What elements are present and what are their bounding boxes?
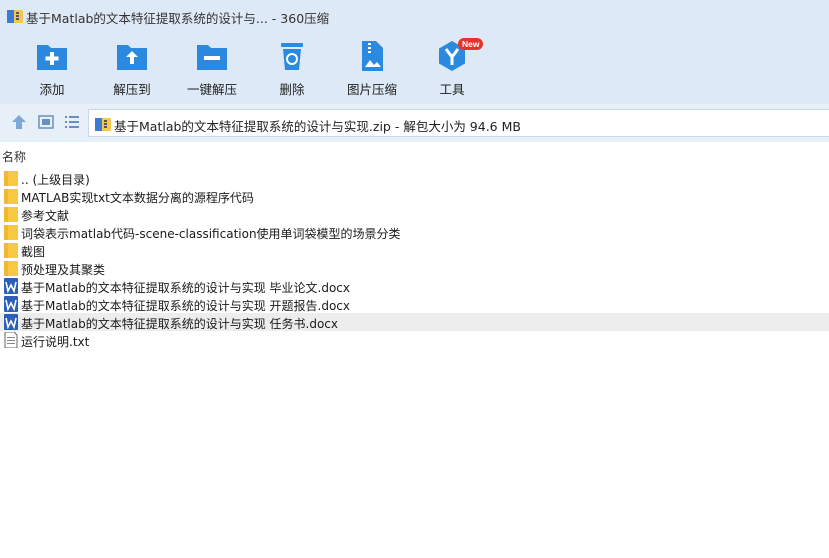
- up-arrow-icon[interactable]: [10, 113, 28, 131]
- list-view-icon[interactable]: [63, 113, 81, 131]
- file-name: 预处理及其聚类: [21, 263, 106, 277]
- word-doc-icon: [4, 278, 18, 294]
- one-click-extract-icon: [197, 45, 227, 70]
- file-row[interactable]: 基于Matlab的文本特征提取系统的设计与实现 任务书.docx: [0, 313, 829, 331]
- tools-label: 工具: [439, 82, 465, 97]
- file-name: .. (上级目录): [21, 173, 90, 187]
- folder-icon: [4, 225, 18, 240]
- file-name: 词袋表示matlab代码-scene-classification使用单词袋模型…: [21, 227, 401, 241]
- one-click-extract-label: 一键解压: [186, 82, 237, 97]
- extract-to-button[interactable]: 解压到: [92, 39, 172, 98]
- file-row[interactable]: 运行说明.txt: [0, 331, 829, 349]
- delete-button[interactable]: 删除: [252, 39, 332, 98]
- file-row[interactable]: 基于Matlab的文本特征提取系统的设计与实现 毕业论文.docx: [0, 277, 829, 295]
- image-compress-icon: [362, 41, 383, 71]
- archive-icon: [95, 118, 111, 131]
- file-name: 截图: [21, 245, 46, 259]
- folder-icon: [4, 171, 18, 186]
- file-name: 基于Matlab的文本特征提取系统的设计与实现 毕业论文.docx: [21, 281, 351, 295]
- folder-icon: [4, 261, 18, 276]
- add-button[interactable]: 添加: [12, 39, 92, 98]
- image-compress-label: 图片压缩: [346, 82, 397, 97]
- folder-icon: [4, 207, 18, 222]
- folder-row[interactable]: 参考文献: [0, 205, 829, 223]
- text-file-icon: [4, 332, 18, 348]
- word-doc-icon: [4, 314, 18, 330]
- file-name: 基于Matlab的文本特征提取系统的设计与实现 开题报告.docx: [21, 299, 351, 313]
- tools-button[interactable]: New 工具: [412, 38, 492, 98]
- folder-row[interactable]: 截图: [0, 241, 829, 259]
- path-text: 基于Matlab的文本特征提取系统的设计与实现.zip - 解包大小为 94.6…: [114, 119, 521, 134]
- folder-icon: [4, 243, 18, 258]
- add-label: 添加: [39, 82, 65, 97]
- extract-to-icon: [117, 45, 147, 70]
- extract-to-label: 解压到: [113, 82, 151, 97]
- one-click-extract-button[interactable]: 一键解压: [172, 39, 252, 98]
- folder-row[interactable]: .. (上级目录): [0, 169, 829, 187]
- window-title: 基于Matlab的文本特征提取系统的设计与... - 360压缩: [26, 11, 330, 26]
- toolbar: 添加 解压到 一键解压 删除 图片压缩 New 工具: [0, 32, 829, 104]
- delete-label: 删除: [279, 82, 305, 97]
- file-list: 名称 .. (上级目录) MATLAB实现txt文本数据分离的源程序代码 参考文献词…: [0, 143, 829, 558]
- add-icon: [37, 45, 67, 70]
- file-row[interactable]: 基于Matlab的文本特征提取系统的设计与实现 开题报告.docx: [0, 295, 829, 313]
- archive-app-icon: [7, 10, 23, 23]
- column-header-name[interactable]: 名称: [2, 148, 26, 165]
- delete-icon: [281, 43, 303, 70]
- file-name: 运行说明.txt: [21, 335, 90, 349]
- image-compress-button[interactable]: 图片压缩: [332, 39, 412, 98]
- folder-row[interactable]: 词袋表示matlab代码-scene-classification使用单词袋模型…: [0, 223, 829, 241]
- word-doc-icon: [4, 296, 18, 312]
- file-name: 参考文献: [21, 209, 70, 223]
- path-bar[interactable]: 基于Matlab的文本特征提取系统的设计与实现.zip - 解包大小为 94.6…: [88, 109, 829, 137]
- file-name: MATLAB实现txt文本数据分离的源程序代码: [21, 191, 254, 205]
- title-bar: 基于Matlab的文本特征提取系统的设计与... - 360压缩: [0, 0, 829, 32]
- navigation-bar: 基于Matlab的文本特征提取系统的设计与实现.zip - 解包大小为 94.6…: [0, 104, 829, 142]
- folder-row[interactable]: 预处理及其聚类: [0, 259, 829, 277]
- thumbnail-view-icon[interactable]: [37, 113, 55, 131]
- new-badge: New: [458, 38, 484, 50]
- file-name: 基于Matlab的文本特征提取系统的设计与实现 任务书.docx: [21, 317, 339, 331]
- folder-row[interactable]: MATLAB实现txt文本数据分离的源程序代码: [0, 187, 829, 205]
- folder-icon: [4, 189, 18, 204]
